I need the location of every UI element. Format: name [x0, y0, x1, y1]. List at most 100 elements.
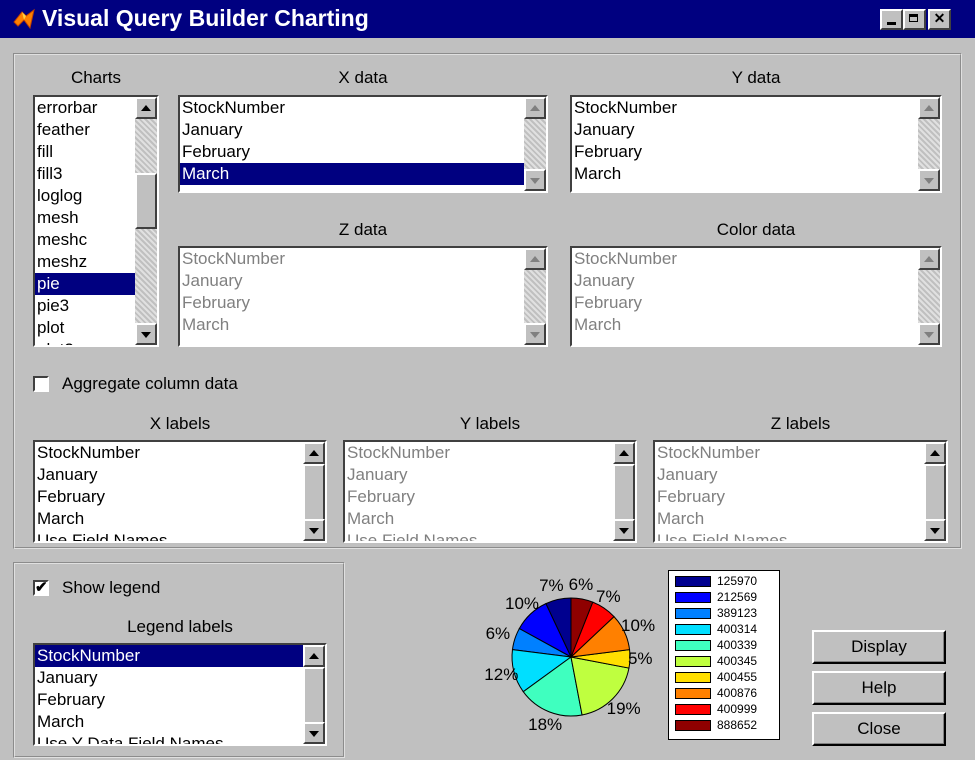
list-item[interactable]: StockNumber	[180, 248, 546, 270]
list-item[interactable]: Use Y Data Field Names	[35, 733, 325, 744]
list-item[interactable]: January	[655, 464, 946, 486]
list-item[interactable]: StockNumber	[655, 442, 946, 464]
zlabels-listbox[interactable]: StockNumber January February March Use Field…	[653, 440, 948, 543]
list-item[interactable]: February	[180, 292, 546, 314]
scroll-up-icon[interactable]	[303, 645, 325, 667]
scroll-down-icon[interactable]	[918, 169, 940, 191]
scroll-down-icon[interactable]	[135, 323, 157, 345]
scroll-up-icon[interactable]	[918, 97, 940, 119]
scroll-up-icon[interactable]	[924, 442, 946, 464]
list-item[interactable]: January	[180, 119, 546, 141]
scroll-thumb[interactable]	[135, 173, 157, 229]
scroll-down-icon[interactable]	[924, 519, 946, 541]
colordata-listbox[interactable]: StockNumber January February March	[570, 246, 942, 347]
ydata-scrollbar[interactable]	[918, 97, 940, 191]
legend-swatch	[675, 592, 711, 603]
scroll-up-icon[interactable]	[303, 442, 325, 464]
list-item[interactable]: March	[345, 508, 635, 530]
list-item[interactable]: March	[35, 711, 325, 733]
scroll-thumb[interactable]	[924, 464, 946, 521]
list-item[interactable]: February	[655, 486, 946, 508]
charts-listbox[interactable]: errorbar feather fill fill3 loglog mesh meshc m…	[33, 95, 159, 347]
scroll-down-icon[interactable]	[613, 519, 635, 541]
list-item[interactable]: February	[572, 292, 940, 314]
legend-entry-label: 400455	[717, 670, 758, 684]
ylabels-listbox[interactable]: StockNumber January February March Use Field…	[343, 440, 637, 543]
zdata-listbox[interactable]: StockNumber January February March	[178, 246, 548, 347]
list-item[interactable]: January	[180, 270, 546, 292]
list-item[interactable]: February	[35, 689, 325, 711]
maximize-button[interactable]	[903, 9, 926, 30]
list-item[interactable]: StockNumber	[180, 97, 546, 119]
legend-labels-listbox[interactable]: StockNumber January February March Use Y Dat…	[33, 643, 327, 746]
aggregate-checkbox[interactable]	[33, 376, 49, 392]
list-item[interactable]: January	[572, 119, 940, 141]
xdata-scrollbar[interactable]	[524, 97, 546, 191]
list-item[interactable]: February	[180, 141, 546, 163]
list-item[interactable]: March	[180, 314, 546, 336]
ydata-listbox[interactable]: StockNumber January February March	[570, 95, 942, 193]
list-item[interactable]: March	[35, 508, 325, 530]
scroll-thumb[interactable]	[613, 464, 635, 521]
show-legend-checkbox[interactable]: ✔	[33, 580, 49, 596]
legend-swatch	[675, 704, 711, 715]
pie-percent-label: 6%	[568, 575, 594, 595]
list-item[interactable]: Use Field Names	[655, 530, 946, 541]
xlabels-items: StockNumber January February March Use Field…	[35, 442, 325, 541]
list-item[interactable]: StockNumber	[35, 645, 325, 667]
pie-percent-label: 18%	[528, 714, 563, 734]
scroll-up-icon[interactable]	[918, 248, 940, 270]
list-item[interactable]: StockNumber	[345, 442, 635, 464]
legend-entry-label: 212569	[717, 590, 758, 604]
show-legend-label[interactable]: Show legend	[62, 578, 160, 598]
colordata-items: StockNumber January February March	[572, 248, 940, 336]
zlabels-label: Z labels	[770, 414, 831, 433]
list-item[interactable]: February	[345, 486, 635, 508]
scroll-up-icon[interactable]	[135, 97, 157, 119]
scroll-down-icon[interactable]	[918, 323, 940, 345]
ylabels-scrollbar[interactable]	[613, 442, 635, 541]
xlabels-listbox[interactable]: StockNumber January February March Use Field…	[33, 440, 327, 543]
list-item[interactable]: StockNumber	[572, 97, 940, 119]
charts-scrollbar[interactable]	[135, 97, 157, 345]
minimize-button[interactable]	[880, 9, 903, 30]
aggregate-label[interactable]: Aggregate column data	[62, 374, 238, 394]
list-item[interactable]: Use Field Names	[35, 530, 325, 541]
legend-swatch	[675, 688, 711, 699]
scroll-down-icon[interactable]	[524, 323, 546, 345]
scroll-up-icon[interactable]	[613, 442, 635, 464]
list-item[interactable]: March	[180, 163, 546, 185]
list-item[interactable]: January	[572, 270, 940, 292]
list-item[interactable]: January	[35, 464, 325, 486]
list-item[interactable]: March	[655, 508, 946, 530]
list-item[interactable]: January	[35, 667, 325, 689]
list-item[interactable]: StockNumber	[572, 248, 940, 270]
zdata-scrollbar[interactable]	[524, 248, 546, 345]
list-item[interactable]: March	[572, 163, 940, 185]
legend-swatch	[675, 640, 711, 651]
scroll-thumb[interactable]	[303, 667, 325, 724]
title-bar[interactable]: Visual Query Builder Charting ✕	[0, 0, 975, 38]
legend-labels-scrollbar[interactable]	[303, 645, 325, 744]
scroll-down-icon[interactable]	[524, 169, 546, 191]
scroll-thumb[interactable]	[303, 464, 325, 521]
scroll-up-icon[interactable]	[524, 97, 546, 119]
list-item[interactable]: March	[572, 314, 940, 336]
pie-percent-label: 19%	[606, 698, 641, 718]
scroll-up-icon[interactable]	[524, 248, 546, 270]
zlabels-scrollbar[interactable]	[924, 442, 946, 541]
list-item[interactable]: Use Field Names	[345, 530, 635, 541]
list-item[interactable]: February	[35, 486, 325, 508]
xdata-listbox[interactable]: StockNumber January February March	[178, 95, 548, 193]
colordata-scrollbar[interactable]	[918, 248, 940, 345]
list-item[interactable]: StockNumber	[35, 442, 325, 464]
close-button[interactable]: Close	[812, 712, 946, 746]
scroll-down-icon[interactable]	[303, 722, 325, 744]
display-button[interactable]: Display	[812, 630, 946, 664]
help-button[interactable]: Help	[812, 671, 946, 705]
close-window-button[interactable]: ✕	[928, 9, 951, 30]
scroll-down-icon[interactable]	[303, 519, 325, 541]
xlabels-scrollbar[interactable]	[303, 442, 325, 541]
list-item[interactable]: February	[572, 141, 940, 163]
list-item[interactable]: January	[345, 464, 635, 486]
